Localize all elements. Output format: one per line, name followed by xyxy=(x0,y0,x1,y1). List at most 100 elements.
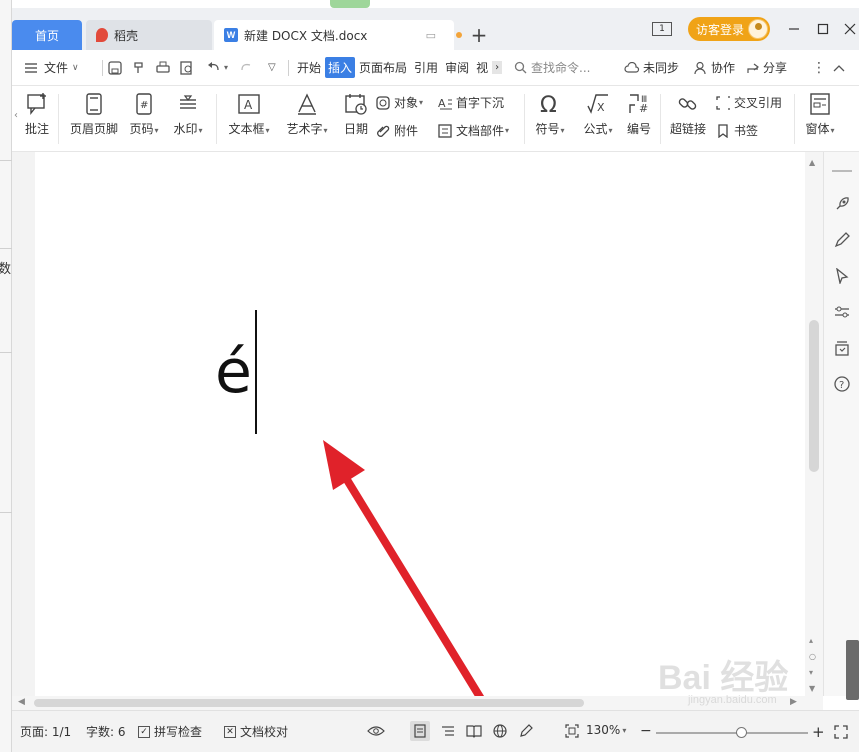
horizontal-scrollbar[interactable]: ◀ ▶ xyxy=(12,696,823,710)
fit-page-button[interactable] xyxy=(562,721,582,741)
zoom-in-button[interactable]: + xyxy=(812,723,825,741)
ribbon-scroll-left-icon[interactable]: ‹ xyxy=(14,110,18,121)
cross-reference-button[interactable]: 交叉引用 xyxy=(716,94,782,111)
form-button[interactable]: 窗体▾ xyxy=(800,92,840,137)
comment-label: 批注 xyxy=(24,122,49,136)
more-tabs-chevron-icon[interactable]: › xyxy=(492,61,503,74)
form-label: 窗体 xyxy=(805,122,830,136)
collab-button[interactable]: 协作 xyxy=(694,59,735,76)
sliders-icon[interactable] xyxy=(834,304,850,320)
command-search[interactable]: 查找命令... xyxy=(514,59,590,76)
wordart-button[interactable]: 艺术字▾ xyxy=(282,92,332,137)
page-view-icon xyxy=(414,724,426,738)
share-button[interactable]: 分享 xyxy=(746,59,787,76)
monitor-icon[interactable]: ▭ xyxy=(426,29,436,42)
bookmark-button[interactable]: 书签 xyxy=(716,122,758,139)
doc-proof-toggle[interactable]: ✕ 文档校对 xyxy=(224,723,288,740)
share-icon xyxy=(747,63,759,73)
new-tab-button[interactable]: + xyxy=(464,20,494,50)
guest-login-button[interactable]: 访客登录 xyxy=(688,17,770,41)
divider xyxy=(660,94,661,144)
avatar xyxy=(748,19,768,39)
redo-icon[interactable] xyxy=(238,61,254,75)
scroll-left-icon[interactable]: ◀ xyxy=(18,697,25,707)
page-indicator[interactable]: 页面: 1/1 xyxy=(20,723,71,740)
reading-view-button[interactable] xyxy=(464,721,484,741)
window-count-badge[interactable]: 1 xyxy=(652,22,672,36)
doc-parts-label: 文档部件 xyxy=(456,124,505,138)
more-options-icon[interactable]: ⋮ xyxy=(812,60,826,76)
scroll-up-icon[interactable]: ▲ xyxy=(809,158,815,167)
outline-view-button[interactable] xyxy=(438,721,458,741)
symbol-button[interactable]: Ω 符号▾ xyxy=(530,92,570,137)
document-page[interactable]: é xyxy=(35,152,805,706)
vertical-scroll-thumb[interactable] xyxy=(809,320,819,472)
attachment-button[interactable]: 附件 xyxy=(376,122,418,139)
textbox-button[interactable]: A 文本框▾ xyxy=(224,92,274,137)
tab-review[interactable]: 审阅 xyxy=(442,57,472,78)
horizontal-scroll-thumb[interactable] xyxy=(34,699,584,707)
tab-insert[interactable]: 插入 xyxy=(325,57,356,78)
zoom-out-button[interactable]: − xyxy=(640,723,652,739)
pen-icon[interactable] xyxy=(834,232,850,248)
select-browse-icon[interactable]: ○ xyxy=(809,652,816,661)
numbering-button[interactable]: # Ⅲ 编号 xyxy=(624,92,654,137)
word-count[interactable]: 字数: 6 xyxy=(86,723,126,740)
file-menu[interactable]: 文件 ∨ xyxy=(24,59,79,76)
page-view-button[interactable] xyxy=(410,721,430,741)
vertical-scrollbar[interactable]: ▲ ▴ ○ ▾ ▼ xyxy=(805,152,823,696)
minimize-button[interactable] xyxy=(784,20,804,38)
svg-text:?: ? xyxy=(839,380,844,391)
document-text[interactable]: é xyxy=(215,342,252,402)
tab-start[interactable]: 开始 xyxy=(294,57,324,78)
page-number-button[interactable]: # 页码▾ xyxy=(126,92,162,137)
pointer-icon[interactable] xyxy=(834,268,850,284)
header-footer-button[interactable]: 页眉页脚 xyxy=(66,92,122,137)
undo-dropdown-icon[interactable]: ▾ xyxy=(224,63,228,72)
tab-page-layout[interactable]: 页面布局 xyxy=(356,57,410,78)
page-down-icon[interactable]: ▾ xyxy=(809,668,813,677)
spell-check-toggle[interactable]: ✓ 拼写检查 xyxy=(138,723,202,740)
watermark-button[interactable]: 水印▾ xyxy=(170,92,206,137)
zoom-slider-thumb[interactable] xyxy=(736,727,747,738)
web-view-button[interactable] xyxy=(490,721,510,741)
calendar-icon xyxy=(345,94,367,115)
archive-icon[interactable] xyxy=(834,340,850,356)
user-icon xyxy=(694,61,706,74)
close-button[interactable] xyxy=(840,20,859,38)
rocket-icon[interactable] xyxy=(834,196,850,212)
write-view-button[interactable] xyxy=(516,721,536,741)
save-icon[interactable] xyxy=(108,60,122,75)
page-up-icon[interactable]: ▴ xyxy=(809,636,813,645)
title-bar: 首页 稻壳 W 新建 DOCX 文档.docx ▭ + 1 访客登录 xyxy=(12,8,859,50)
tab-view[interactable]: 视 xyxy=(473,57,491,78)
comment-button[interactable]: 批注 xyxy=(22,92,52,137)
outline-view-icon xyxy=(442,726,454,736)
zoom-slider[interactable] xyxy=(656,727,808,738)
doc-parts-button[interactable]: 文档部件 ▾ xyxy=(438,122,509,139)
tab-document[interactable]: W 新建 DOCX 文档.docx ▭ xyxy=(214,20,462,50)
scroll-down-icon[interactable]: ▼ xyxy=(809,684,815,693)
tab-home[interactable]: 首页 xyxy=(12,20,82,50)
tab-daoke[interactable]: 稻壳 xyxy=(86,20,212,50)
fullscreen-icon[interactable] xyxy=(834,725,848,739)
zoom-level[interactable]: 130% ▾ xyxy=(586,723,626,737)
dropcap-button[interactable]: A 首字下沉 xyxy=(438,94,504,111)
new-tab-label: + xyxy=(470,23,488,47)
collapse-ribbon-icon[interactable] xyxy=(832,63,846,73)
print-icon[interactable] xyxy=(156,61,170,75)
object-button[interactable]: 对象 ▾ xyxy=(376,94,423,111)
quick-access-dropdown-icon[interactable]: ▽ xyxy=(268,62,276,73)
hyperlink-button[interactable]: 超链接 xyxy=(666,92,710,137)
tab-references[interactable]: 引用 xyxy=(411,57,441,78)
maximize-button[interactable] xyxy=(813,20,833,38)
undo-icon[interactable] xyxy=(206,61,222,75)
print-preview-icon[interactable] xyxy=(180,60,194,75)
formula-button[interactable]: X 公式▾ xyxy=(578,92,618,137)
format-painter-icon[interactable] xyxy=(132,61,146,75)
sync-status[interactable]: 未同步 xyxy=(624,59,679,76)
scroll-right-icon[interactable]: ▶ xyxy=(790,697,797,707)
eye-protection-button[interactable] xyxy=(366,721,386,741)
date-button[interactable]: 日期 xyxy=(340,92,372,137)
help-icon[interactable]: ? xyxy=(834,376,850,392)
